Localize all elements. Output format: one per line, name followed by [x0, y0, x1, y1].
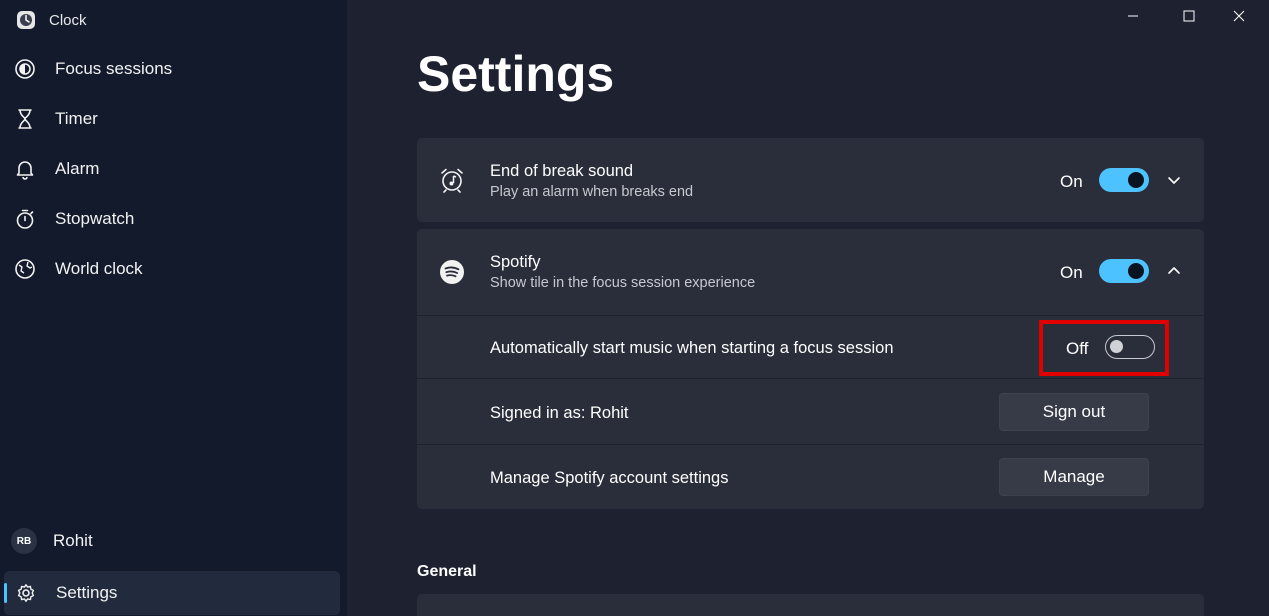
account-name: Rohit	[53, 531, 93, 550]
toggle-knob	[1128, 263, 1144, 279]
spotify-toggle[interactable]	[1099, 259, 1149, 283]
sidebar: Clock Focus sessions Timer Alarm Stopwat…	[0, 0, 347, 616]
sidebar-item-timer[interactable]: Timer	[0, 97, 340, 141]
sidebar-item-focus-sessions[interactable]: Focus sessions	[0, 47, 340, 91]
sidebar-item-world-clock[interactable]: World clock	[0, 247, 340, 291]
signed-in-label: Signed in as: Rohit	[490, 404, 629, 422]
highlight-box	[1039, 320, 1169, 376]
sign-out-button[interactable]: Sign out	[999, 393, 1149, 431]
end-of-break-subtitle: Play an alarm when breaks end	[490, 184, 694, 200]
main-content: Settings End of break sound Play an alar…	[347, 0, 1269, 616]
auto-music-label: Automatically start music when starting …	[490, 339, 894, 357]
end-of-break-title: End of break sound	[490, 162, 634, 180]
sidebar-item-label: Alarm	[55, 159, 100, 178]
divider	[417, 378, 1204, 379]
bell-icon	[13, 157, 37, 181]
general-card	[417, 594, 1204, 616]
end-of-break-card: End of break sound Play an alarm when br…	[417, 138, 1204, 222]
app-title-bar: Clock	[15, 8, 87, 32]
page-title: Settings	[417, 46, 615, 102]
collapse-button[interactable]	[1164, 261, 1184, 281]
manage-label: Manage Spotify account settings	[490, 469, 729, 487]
manage-button[interactable]: Manage	[999, 458, 1149, 496]
sidebar-item-label: Settings	[56, 583, 118, 602]
divider	[417, 444, 1204, 445]
sidebar-item-label: Timer	[55, 109, 98, 128]
maximize-button[interactable]	[1166, 4, 1212, 28]
stopwatch-icon	[13, 207, 37, 231]
end-of-break-toggle[interactable]	[1099, 168, 1149, 192]
alarm-music-icon	[437, 165, 467, 195]
globe-icon	[13, 257, 37, 281]
close-icon	[1233, 10, 1245, 22]
account-item[interactable]: RB Rohit	[0, 519, 340, 563]
maximize-icon	[1183, 10, 1195, 22]
chevron-up-icon	[1168, 267, 1180, 274]
clock-app-icon	[15, 9, 37, 31]
spotify-icon	[437, 257, 467, 287]
section-general: General	[417, 563, 477, 580]
minimize-icon	[1128, 15, 1138, 17]
close-button[interactable]	[1216, 4, 1262, 28]
spotify-state: On	[1060, 263, 1083, 282]
spotify-title: Spotify	[490, 253, 541, 271]
avatar: RB	[11, 528, 37, 554]
hourglass-icon	[13, 107, 37, 131]
chevron-down-icon	[1168, 177, 1180, 184]
toggle-knob	[1128, 172, 1144, 188]
minimize-button[interactable]	[1110, 4, 1156, 28]
expand-button[interactable]	[1164, 170, 1184, 190]
sidebar-item-settings[interactable]: Settings	[4, 571, 340, 615]
spotify-subtitle: Show tile in the focus session experienc…	[490, 275, 756, 291]
sidebar-item-label: Focus sessions	[55, 59, 173, 78]
divider	[417, 315, 1204, 316]
sidebar-item-label: World clock	[55, 259, 143, 278]
focus-icon	[13, 57, 37, 81]
app-title: Clock	[49, 11, 87, 29]
end-of-break-state: On	[1060, 172, 1083, 191]
active-indicator	[4, 583, 7, 603]
gear-icon	[14, 581, 38, 605]
sidebar-item-stopwatch[interactable]: Stopwatch	[0, 197, 340, 241]
sidebar-item-label: Stopwatch	[55, 209, 135, 228]
sidebar-item-alarm[interactable]: Alarm	[0, 147, 340, 191]
